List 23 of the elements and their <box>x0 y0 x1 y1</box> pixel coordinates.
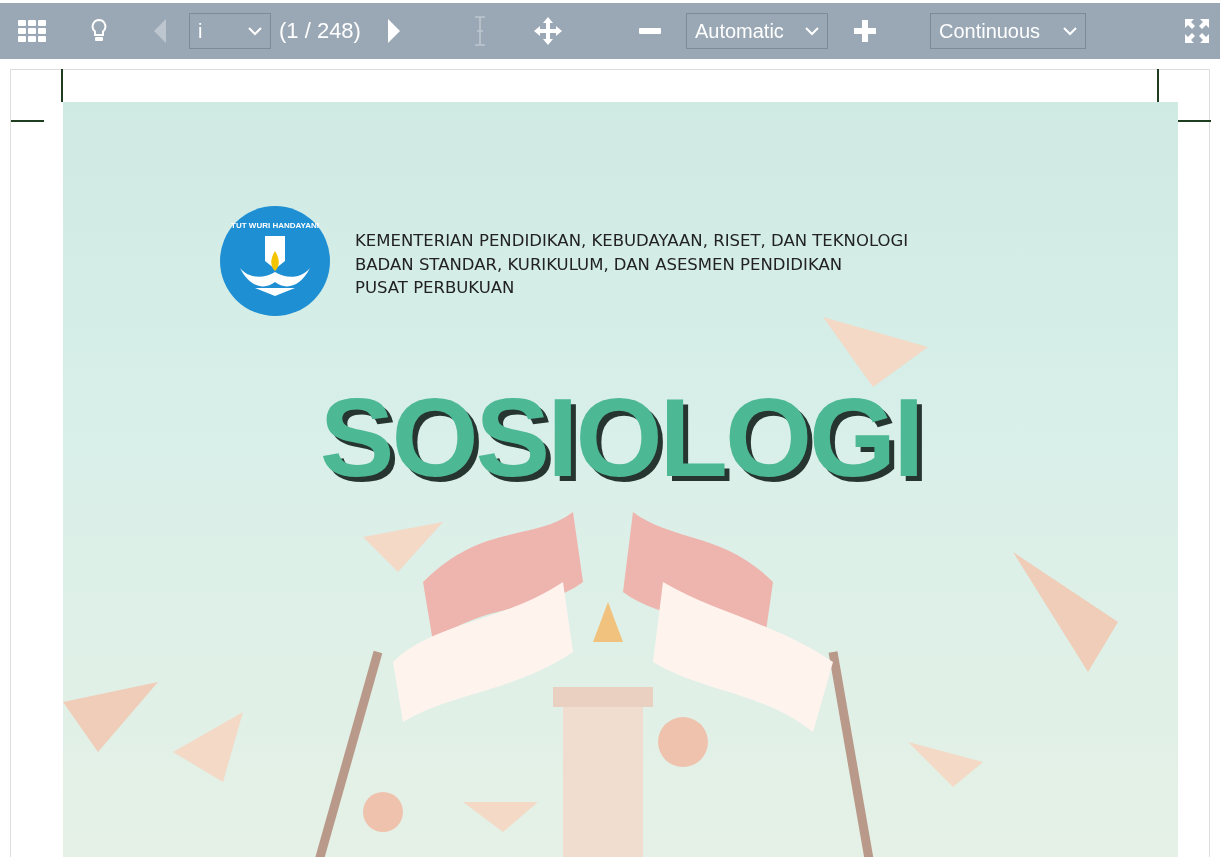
lightbulb-button[interactable] <box>91 18 107 44</box>
fullscreen-button[interactable] <box>1184 18 1210 44</box>
next-page-button[interactable] <box>386 18 401 44</box>
crop-mark <box>61 69 63 102</box>
page-select[interactable]: i <box>189 13 271 49</box>
logo-text: TUT WURI HANDAYANI <box>231 221 319 230</box>
page-count: (1 / 248) <box>279 18 361 44</box>
thumbnails-button[interactable] <box>18 20 46 42</box>
publisher-line: BADAN STANDAR, KURIKULUM, DAN ASESMEN PENDIDIKAN <box>355 253 844 276</box>
crop-mark <box>11 120 44 122</box>
zoom-select[interactable]: Automatic <box>685 13 828 49</box>
caret-icon <box>804 26 819 36</box>
book-title: SOSIOLOGI <box>318 382 923 494</box>
caret-icon <box>248 26 262 36</box>
scroll-mode-select[interactable]: Continuous <box>929 13 1086 49</box>
zoom-out-button[interactable] <box>638 28 661 34</box>
crop-mark <box>1178 120 1211 122</box>
publisher-line: PUSAT PERBUKUAN <box>355 277 516 299</box>
crop-mark <box>1157 69 1159 102</box>
move-arrows-button[interactable] <box>532 16 563 46</box>
publisher-line: KEMENTERIAN PENDIDIKAN, KEBUDAYAAN, RISET, DAN TEKNOLOGI <box>355 230 909 252</box>
zoom-in-button[interactable] <box>853 20 876 42</box>
caret-icon <box>1062 26 1077 36</box>
